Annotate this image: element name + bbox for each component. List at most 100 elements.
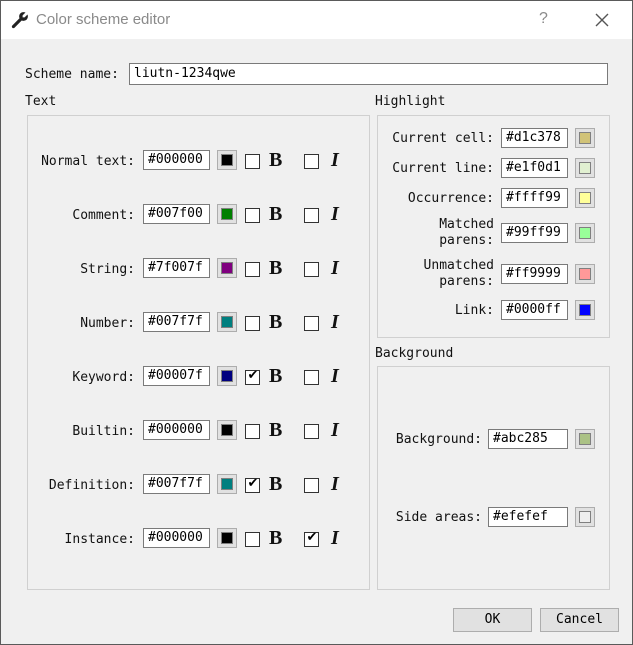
number-bold-checkbox[interactable]: [245, 316, 260, 331]
color-swatch: [221, 262, 233, 274]
color-swatch: [579, 192, 591, 204]
side-areas-color-button[interactable]: [575, 507, 595, 527]
normal-text-italic-checkbox[interactable]: [304, 154, 319, 169]
side-areas-color-input[interactable]: #efefef: [488, 507, 568, 527]
title-bar: Color scheme editor ?: [1, 1, 632, 39]
current-cell-color-button[interactable]: [575, 128, 595, 148]
color-swatch: [221, 532, 233, 544]
normal-text-label: Normal text:: [41, 154, 135, 169]
background-group: Background: #abc285 Side areas: #efefef: [377, 366, 610, 590]
highlight-group-label: Highlight: [375, 94, 446, 109]
link-color-input[interactable]: #0000ff: [501, 300, 568, 320]
color-swatch: [579, 268, 591, 280]
matched-parens-label: Matched parens:: [378, 217, 494, 249]
italic-icon: I: [331, 365, 339, 387]
normal-text-color-input[interactable]: #000000: [143, 150, 210, 170]
matched-parens-color-button[interactable]: [575, 223, 595, 243]
current-line-color-button[interactable]: [575, 158, 595, 178]
checkmark-icon: ✔: [306, 530, 318, 545]
text-group: Normal text: #000000 B I Comment: #007f0…: [27, 115, 370, 590]
bold-icon: B: [269, 149, 283, 171]
unmatched-parens-color-input[interactable]: #ff9999: [501, 264, 568, 284]
highlight-group: Current cell: #d1c378 Current line: #e1f…: [377, 115, 610, 338]
checkmark-icon: ✔: [247, 476, 259, 491]
matched-parens-color-input[interactable]: #99ff99: [501, 223, 568, 243]
background-color-input[interactable]: #abc285: [488, 429, 568, 449]
keyword-bold-checkbox[interactable]: ✔: [245, 368, 260, 385]
current-cell-label: Current cell:: [392, 131, 494, 146]
italic-icon: I: [331, 419, 339, 441]
normal-text-bold-checkbox[interactable]: [245, 154, 260, 169]
keyword-color-input[interactable]: #00007f: [143, 366, 210, 386]
builtin-italic-checkbox[interactable]: [304, 424, 319, 439]
occurrence-label: Occurrence:: [407, 191, 494, 206]
ok-button[interactable]: OK: [453, 608, 532, 632]
number-italic-checkbox[interactable]: [304, 316, 319, 331]
italic-icon: I: [331, 149, 339, 171]
link-label: Link:: [454, 303, 494, 318]
bold-icon: B: [269, 419, 283, 441]
matched-parens-label-line2: parens:: [439, 233, 494, 248]
color-swatch: [579, 433, 591, 445]
comment-bold-checkbox[interactable]: [245, 208, 260, 223]
bold-icon: B: [269, 311, 283, 333]
close-icon[interactable]: [593, 11, 611, 29]
color-swatch: [579, 227, 591, 239]
comment-color-button[interactable]: [217, 204, 237, 224]
text-group-label: Text: [25, 94, 57, 109]
color-swatch: [579, 162, 591, 174]
builtin-label: Builtin:: [72, 424, 135, 439]
definition-italic-checkbox[interactable]: [304, 478, 319, 493]
color-swatch: [221, 208, 233, 220]
comment-italic-checkbox[interactable]: [304, 208, 319, 223]
instance-bold-checkbox[interactable]: [245, 532, 260, 547]
scheme-name-input[interactable]: liutn-1234qwe: [129, 63, 608, 85]
builtin-color-button[interactable]: [217, 420, 237, 440]
number-color-input[interactable]: #007f7f: [143, 312, 210, 332]
string-bold-checkbox[interactable]: [245, 262, 260, 277]
string-italic-checkbox[interactable]: [304, 262, 319, 277]
background-group-label: Background: [375, 346, 454, 361]
scheme-name-label: Scheme name:: [25, 67, 119, 82]
string-color-input[interactable]: #7f007f: [143, 258, 210, 278]
color-swatch: [221, 424, 233, 436]
link-color-button[interactable]: [575, 300, 595, 320]
bold-icon: B: [269, 365, 283, 387]
background-color-button[interactable]: [575, 429, 595, 449]
occurrence-color-button[interactable]: [575, 188, 595, 208]
number-label: Number:: [80, 316, 135, 331]
keyword-label: Keyword:: [72, 370, 135, 385]
string-color-button[interactable]: [217, 258, 237, 278]
current-line-color-input[interactable]: #e1f0d1: [501, 158, 568, 178]
occurrence-color-input[interactable]: #ffff99: [501, 188, 568, 208]
unmatched-parens-label: Unmatched parens:: [378, 258, 494, 290]
instance-label: Instance:: [64, 532, 135, 547]
current-cell-color-input[interactable]: #d1c378: [501, 128, 568, 148]
bold-icon: B: [269, 527, 283, 549]
color-scheme-editor-dialog: Color scheme editor ? Scheme name: liutn…: [0, 0, 633, 645]
unmatched-parens-color-button[interactable]: [575, 264, 595, 284]
italic-icon: I: [331, 473, 339, 495]
bold-icon: B: [269, 257, 283, 279]
italic-icon: I: [331, 527, 339, 549]
definition-color-button[interactable]: [217, 474, 237, 494]
instance-color-button[interactable]: [217, 528, 237, 548]
italic-icon: I: [331, 257, 339, 279]
builtin-bold-checkbox[interactable]: [245, 424, 260, 439]
normal-text-color-button[interactable]: [217, 150, 237, 170]
cancel-button[interactable]: Cancel: [540, 608, 619, 632]
instance-italic-checkbox[interactable]: ✔: [304, 530, 319, 547]
color-swatch: [221, 316, 233, 328]
color-swatch: [579, 304, 591, 316]
definition-color-input[interactable]: #007f7f: [143, 474, 210, 494]
definition-bold-checkbox[interactable]: ✔: [245, 476, 260, 493]
builtin-color-input[interactable]: #000000: [143, 420, 210, 440]
number-color-button[interactable]: [217, 312, 237, 332]
wrench-icon: [11, 12, 28, 29]
instance-color-input[interactable]: #000000: [143, 528, 210, 548]
comment-color-input[interactable]: #007f00: [143, 204, 210, 224]
side-areas-label: Side areas:: [395, 510, 482, 525]
help-button[interactable]: ?: [539, 10, 548, 28]
keyword-italic-checkbox[interactable]: [304, 370, 319, 385]
keyword-color-button[interactable]: [217, 366, 237, 386]
